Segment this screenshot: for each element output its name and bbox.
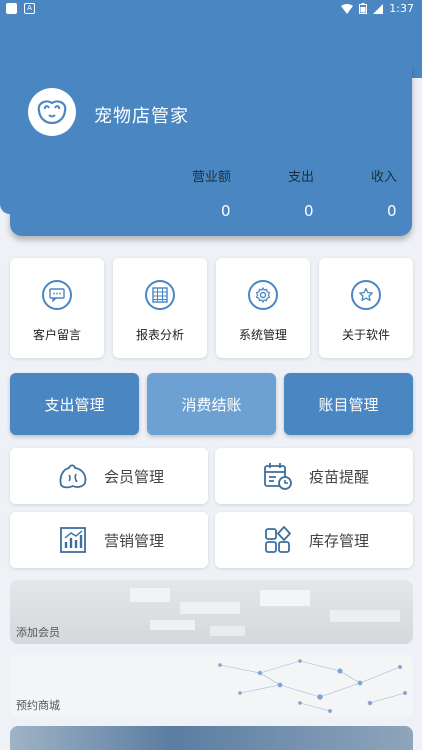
inventory-management-tile[interactable]: 库存管理 (215, 512, 413, 568)
stat-value-revenue: 0 (221, 202, 231, 220)
menu-label: 营销管理 (104, 531, 165, 550)
add-member-banner[interactable]: 添加会员 (10, 580, 413, 644)
quick-action-label: 客户留言 (32, 328, 81, 342)
quick-action-label: 系统管理 (238, 328, 287, 342)
status-time: 1:37 (389, 2, 414, 15)
menu-label: 库存管理 (309, 531, 370, 550)
spreadsheet-icon (145, 280, 175, 310)
pet-icon (58, 461, 88, 491)
vaccine-reminder-tile[interactable]: 疫苗提醒 (215, 448, 413, 504)
app-title: 宠物店管家 (94, 106, 189, 127)
calendar-clock-icon (263, 461, 293, 491)
reservation-mall-banner[interactable]: 预约商城 (10, 653, 413, 717)
message-icon (42, 280, 72, 310)
quick-action-label: 关于软件 (341, 328, 390, 342)
quick-action-system-management[interactable]: 系统管理 (216, 258, 310, 358)
notification-letter-icon: A (24, 3, 35, 14)
stat-value-income: 0 (387, 202, 397, 220)
stat-label-income: 收入 (371, 170, 398, 185)
menu-label: 疫苗提醒 (309, 467, 370, 486)
network-pattern (218, 659, 408, 714)
quick-action-about[interactable]: 关于软件 (319, 258, 413, 358)
app-notification-icon (6, 3, 17, 14)
gear-icon (248, 280, 278, 310)
stat-label-revenue: 营业额 (192, 170, 232, 185)
header-card: 宠物店管家 营业额 支出 收入 0 0 0 (0, 64, 412, 236)
promo-banner[interactable] (10, 726, 413, 750)
pet-logo-icon (37, 100, 67, 125)
signal-icon (373, 3, 384, 14)
banner-texture (130, 588, 400, 636)
bar-chart-icon (58, 525, 88, 555)
expense-management-button[interactable]: 支出管理 (10, 373, 139, 435)
quick-action-label: 报表分析 (135, 328, 184, 342)
stat-value-expense: 0 (304, 202, 314, 220)
banner-label: 预约商城 (16, 699, 60, 712)
status-bar: A 1:37 (0, 0, 422, 18)
menu-label: 会员管理 (104, 467, 165, 486)
marketing-management-tile[interactable]: 营销管理 (10, 512, 208, 568)
star-icon (351, 280, 381, 310)
app-logo (28, 88, 76, 136)
grid-diamond-icon (263, 525, 293, 555)
wifi-icon (341, 3, 354, 14)
account-management-button[interactable]: 账目管理 (284, 373, 413, 435)
stat-label-expense: 支出 (288, 170, 315, 185)
quick-action-customer-messages[interactable]: 客户留言 (10, 258, 104, 358)
banner-label: 添加会员 (16, 626, 60, 639)
member-management-tile[interactable]: 会员管理 (10, 448, 208, 504)
quick-action-report-analysis[interactable]: 报表分析 (113, 258, 207, 358)
battery-icon (359, 3, 368, 14)
checkout-button[interactable]: 消费结账 (147, 373, 276, 435)
